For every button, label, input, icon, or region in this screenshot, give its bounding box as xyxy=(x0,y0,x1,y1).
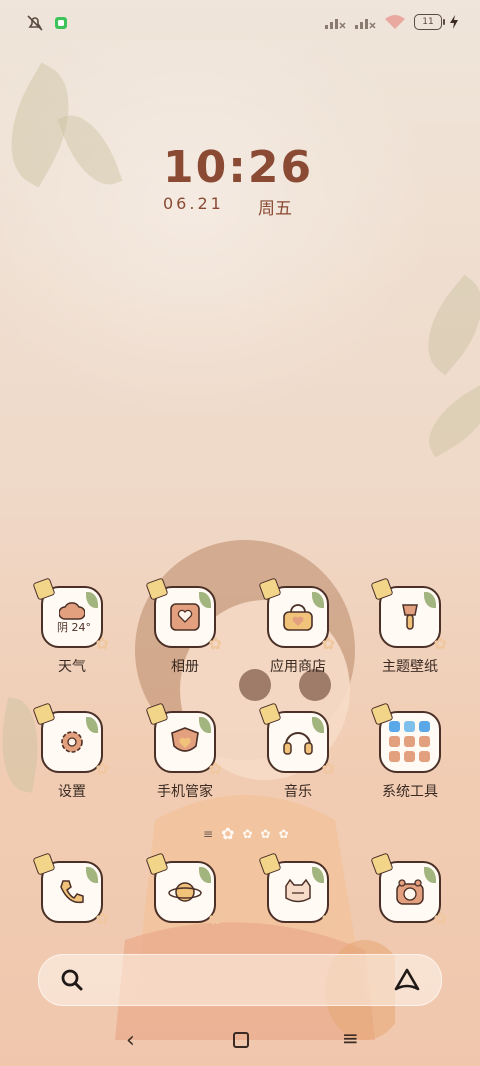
leaf-decoration xyxy=(86,867,98,883)
signal-off-icon xyxy=(325,19,346,29)
app-label: 设置 xyxy=(58,784,86,800)
page-indicator[interactable]: ≡ ✿ ✿ ✿ ✿ xyxy=(203,824,289,843)
app-music[interactable]: ✿ 音乐 xyxy=(248,702,348,801)
folder-grid-glyph xyxy=(389,721,430,762)
page-menu-icon: ≡ xyxy=(203,826,214,841)
clock-weekday: 周五 xyxy=(258,199,292,219)
weather-icon: 阴 24° ✿ xyxy=(32,577,109,653)
home-button[interactable] xyxy=(233,1032,249,1048)
app-themes[interactable]: ✿ 主题壁纸 xyxy=(360,577,460,676)
app-messages[interactable]: ✿ xyxy=(248,852,348,928)
page-dot-active: ✿ xyxy=(221,824,235,843)
bag-glyph xyxy=(283,604,313,631)
back-button[interactable]: ‹ xyxy=(126,1028,135,1053)
app-label: 音乐 xyxy=(284,784,312,800)
status-bar: 11 xyxy=(0,0,480,48)
page-dot: ✿ xyxy=(278,826,289,841)
planet-glyph xyxy=(168,882,202,902)
handset-glyph xyxy=(60,880,84,904)
flower-decoration: ✿ xyxy=(95,909,109,928)
signal-off-icon xyxy=(355,19,376,29)
camera-icon: ✿ xyxy=(370,852,447,928)
app-label: 主题壁纸 xyxy=(382,659,438,675)
app-label: 应用商店 xyxy=(270,659,326,675)
app-store-icon: ✿ xyxy=(258,577,335,653)
theme-icon: ✿ xyxy=(370,577,447,653)
app-folder-tools[interactable]: 系统工具 xyxy=(360,702,460,801)
leaf-decoration xyxy=(86,717,98,733)
security-icon: ✿ xyxy=(145,702,222,778)
bow-decoration xyxy=(32,702,56,726)
camera-glyph xyxy=(396,879,424,905)
app-security[interactable]: ✿ 手机管家 xyxy=(135,702,235,801)
recents-button[interactable]: ≡ xyxy=(342,1026,359,1050)
leaf-decoration xyxy=(424,592,436,608)
app-camera[interactable]: ✿ xyxy=(360,852,460,928)
app-settings[interactable]: ✿ 设置 xyxy=(22,702,122,801)
flower-decoration: ✿ xyxy=(321,759,335,778)
clock-date: 06.21 xyxy=(163,194,224,213)
brush-glyph xyxy=(402,604,418,630)
cat-bubble-glyph xyxy=(285,878,311,903)
flower-decoration: ✿ xyxy=(208,634,222,653)
flower-decoration: ✿ xyxy=(433,634,447,653)
gallery-icon: ✿ xyxy=(145,577,222,653)
flower-decoration: ✿ xyxy=(95,759,109,778)
phone-icon: ✿ xyxy=(32,852,109,928)
cloud-glyph xyxy=(59,602,85,620)
clock-time: 10:26 xyxy=(163,142,314,193)
weather-text: 阴 24° xyxy=(57,621,91,634)
app-weather[interactable]: 阴 24° ✿ 天气 xyxy=(22,577,122,676)
leaf-decoration xyxy=(199,717,211,733)
search-bar[interactable] xyxy=(38,954,442,1006)
app-gallery[interactable]: ✿ 相册 xyxy=(135,577,235,676)
shield-glyph xyxy=(171,727,199,752)
app-label: 手机管家 xyxy=(157,784,213,800)
flower-decoration: ✿ xyxy=(208,909,222,928)
page-dot: ✿ xyxy=(242,826,253,841)
folder-icon xyxy=(370,702,441,773)
bow-decoration xyxy=(32,852,56,876)
wifi-icon xyxy=(385,15,405,29)
app-phone[interactable]: ✿ xyxy=(22,852,122,928)
search-icon[interactable] xyxy=(59,967,85,993)
app-label: 系统工具 xyxy=(382,784,438,800)
app-label: 相册 xyxy=(171,659,199,675)
bow-decoration xyxy=(32,577,56,601)
app-store[interactable]: ✿ 应用商店 xyxy=(248,577,348,676)
app-notification-icon xyxy=(55,17,67,29)
navigation-bar: ‹ ≡ xyxy=(0,1022,480,1062)
flower-decoration: ✿ xyxy=(208,759,222,778)
battery-level: 11 xyxy=(422,17,434,27)
charging-icon xyxy=(450,15,458,29)
leaf-decoration xyxy=(86,592,98,608)
flower-decoration: ✿ xyxy=(321,634,335,653)
settings-icon: ✿ xyxy=(32,702,109,778)
flower-decoration: ✿ xyxy=(321,909,335,928)
page-dot: ✿ xyxy=(260,826,271,841)
headphone-glyph xyxy=(283,732,313,755)
browser-icon: ✿ xyxy=(145,852,222,928)
assistant-icon[interactable] xyxy=(393,967,421,993)
app-label: 天气 xyxy=(58,659,86,675)
wallpaper-light xyxy=(0,40,480,460)
flower-decoration: ✿ xyxy=(95,634,109,653)
photo-glyph xyxy=(170,603,200,631)
messages-icon: ✿ xyxy=(258,852,335,928)
battery-icon: 11 xyxy=(414,14,445,30)
flower-decoration: ✿ xyxy=(433,909,447,928)
gear-glyph xyxy=(61,731,83,753)
bell-off-icon xyxy=(27,15,43,31)
home-screen: 11 10:26 06.21 周五 阴 24° ✿ 天气 ✿ 相册 ✿ 应用商店… xyxy=(0,0,480,1066)
music-icon: ✿ xyxy=(258,702,335,778)
app-browser[interactable]: ✿ xyxy=(135,852,235,928)
